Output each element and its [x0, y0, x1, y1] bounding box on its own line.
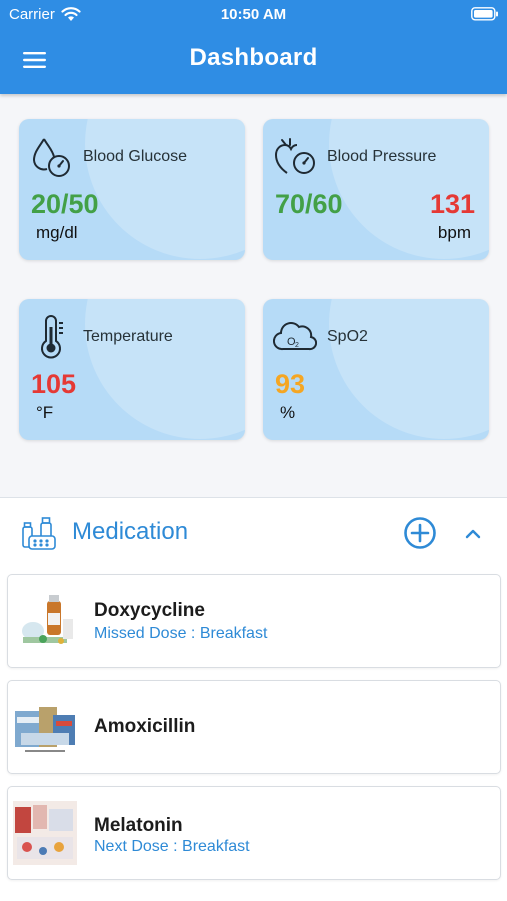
pulse-unit: bpm [437, 223, 471, 242]
medication-name: Amoxicillin [94, 716, 196, 737]
blood-glucose-unit: mg/dl [36, 223, 78, 242]
medication-status: Next Dose : Breakfast [94, 838, 250, 855]
blood-glucose-value: 20/50 [31, 189, 99, 219]
medication-section: Medication Doxycycline Missed Dose : Bre… [0, 497, 507, 901]
medication-title: Medication [72, 518, 189, 545]
medicine-boxes-image [13, 695, 77, 759]
temperature-label: Temperature [83, 328, 173, 345]
medication-status: Missed Dose : Breakfast [94, 625, 268, 642]
status-time: 10:50 AM [220, 6, 287, 23]
blood-pressure-value: 70/60 [275, 189, 343, 219]
medication-name: Doxycycline [94, 600, 205, 621]
o2-cloud-icon: O 2 [273, 322, 317, 351]
medication-item-amoxicillin[interactable]: Amoxicillin [7, 680, 501, 774]
pulse-value: 131 [429, 189, 475, 219]
battery-icon [471, 7, 498, 21]
spo2-card[interactable]: O 2 SpO2 93 % [263, 299, 489, 440]
heart-gauge-icon [274, 138, 315, 174]
spo2-unit: % [280, 403, 296, 422]
medication-item-melatonin[interactable]: Melatonin Next Dose : Breakfast [7, 786, 501, 880]
thermometer-icon [41, 315, 63, 359]
spo2-value: 93 [275, 369, 306, 399]
blood-pressure-card[interactable]: Blood Pressure 70/60 131 bpm [263, 119, 489, 260]
pills-bottles-icon [22, 517, 56, 550]
blood-pressure-label: Blood Pressure [327, 148, 437, 165]
chevron-up-icon[interactable] [461, 522, 485, 546]
app-bar: Carrier 10:50 AM Dashboard [0, 0, 507, 94]
svg-text:2: 2 [295, 342, 299, 349]
spo2-label: SpO2 [327, 328, 368, 345]
temperature-value: 105 [31, 369, 77, 399]
medication-item-doxycycline[interactable]: Doxycycline Missed Dose : Breakfast [7, 574, 501, 668]
medicine-bottle-image [13, 589, 77, 653]
status-bar: Carrier 10:50 AM [0, 5, 507, 25]
blood-drop-gauge-icon [32, 138, 70, 177]
blood-glucose-label: Blood Glucose [83, 148, 188, 165]
medication-name: Melatonin [94, 815, 183, 836]
temperature-unit: °F [36, 403, 54, 422]
add-circle-icon[interactable] [403, 516, 437, 550]
blood-glucose-card[interactable]: Blood Glucose 20/50 mg/dl [19, 119, 245, 260]
page-title: Dashboard [189, 44, 318, 71]
pills-pharmacy-image [13, 801, 77, 865]
temperature-card[interactable]: Temperature 105 °F [19, 299, 245, 440]
